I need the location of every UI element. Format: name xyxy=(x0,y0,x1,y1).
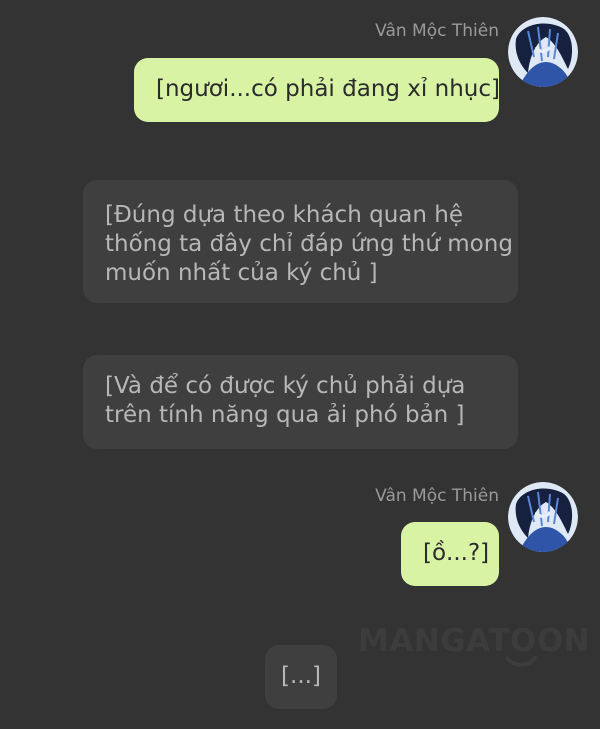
message-text-line: [ồ...?] xyxy=(423,540,490,566)
avatar-image xyxy=(508,17,578,87)
avatar[interactable] xyxy=(508,482,578,552)
message-text-line: [...] xyxy=(281,663,321,689)
message-text-line: [ngươi...có phải đang xỉ nhục] xyxy=(156,76,500,102)
message-bubble-outgoing[interactable]: [ồ...?] xyxy=(401,522,499,586)
message-bubble-incoming[interactable]: [...] xyxy=(265,645,337,709)
message-text-line: [Đúng dựa theo khách quan hệ xyxy=(105,202,463,228)
message-text-line: trên tính năng qua ải phó bản ] xyxy=(105,402,465,428)
sender-name: Vân Mộc Thiên xyxy=(375,21,499,41)
message-bubble-outgoing[interactable]: [ngươi...có phải đang xỉ nhục] xyxy=(134,58,500,122)
mangatoon-watermark: MANGATOON xyxy=(358,623,591,673)
message-text-line: thống ta đây chỉ đáp ứng thứ mong xyxy=(105,231,513,257)
message-text-line: muốn nhất của ký chủ ] xyxy=(105,260,378,286)
message-bubble-incoming[interactable]: [Đúng dựa theo khách quan hệ thống ta đâ… xyxy=(83,180,518,303)
message-bubble-incoming[interactable]: [Và để có được ký chủ phải dựa trên tính… xyxy=(83,355,518,449)
smile-logo-icon xyxy=(505,656,537,667)
sender-name: Vân Mộc Thiên xyxy=(375,486,499,506)
message-text-line: [Và để có được ký chủ phải dựa xyxy=(105,373,466,399)
avatar[interactable] xyxy=(508,17,578,87)
avatar-image xyxy=(508,482,578,552)
watermark-text: MANGATOON xyxy=(358,623,591,659)
